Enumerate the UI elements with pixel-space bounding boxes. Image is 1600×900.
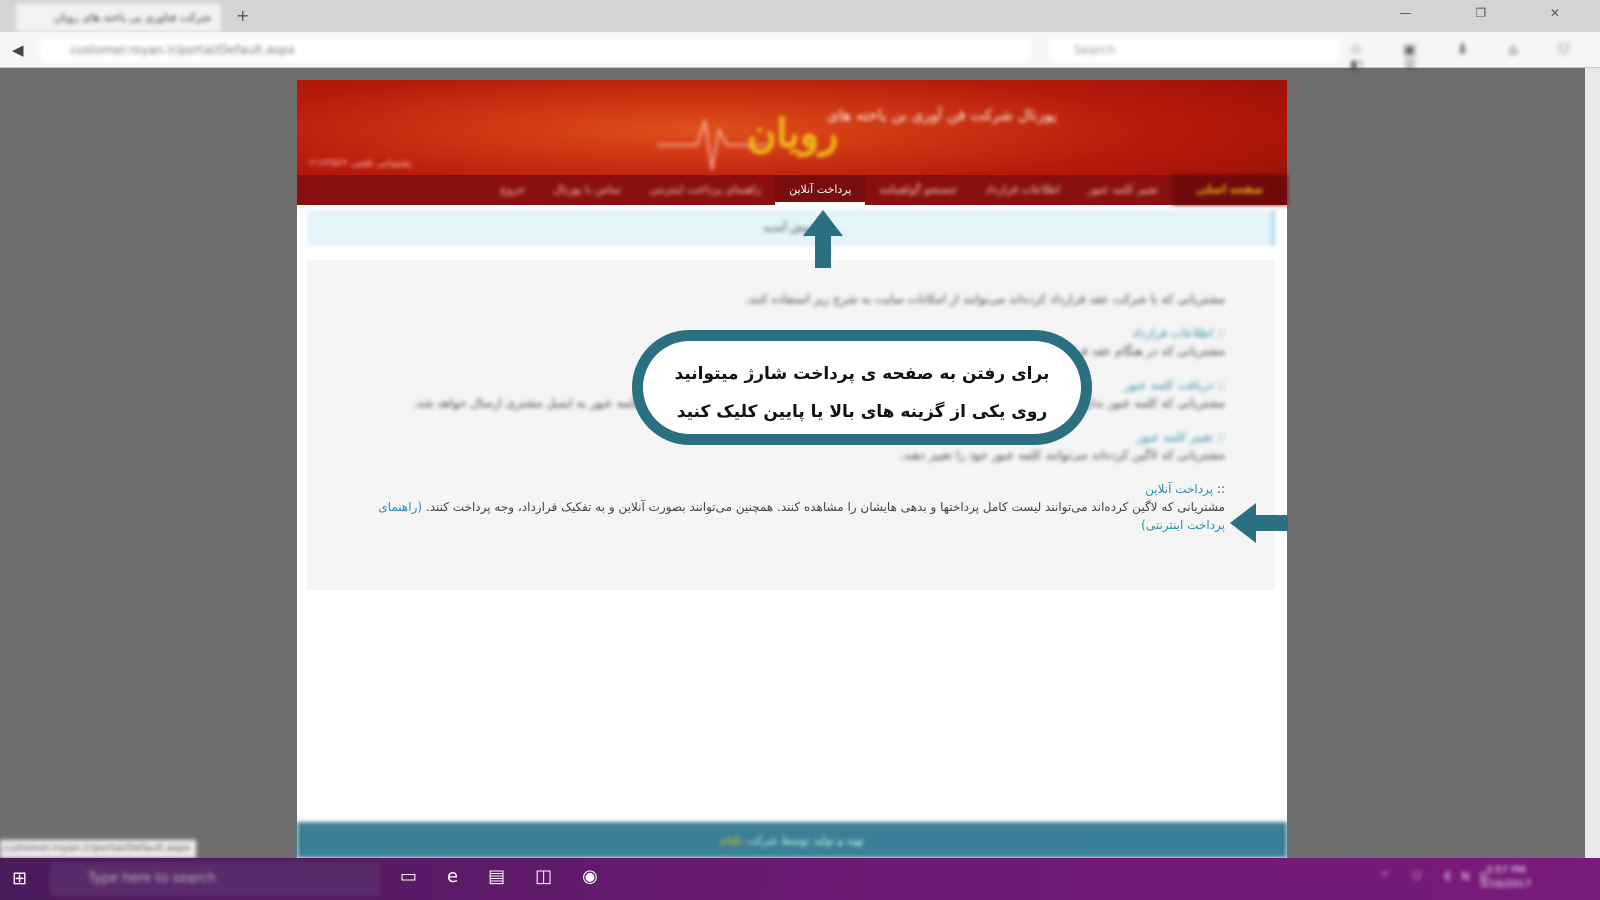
new-tab-button[interactable]: +: [236, 6, 249, 25]
section-prefix: ::: [1216, 482, 1225, 496]
nav-certificate-search[interactable]: جستجو گواهینامه: [865, 175, 971, 205]
edge-icon[interactable]: e: [447, 866, 488, 887]
date: 5/16/2017: [1480, 879, 1532, 890]
nav-logout[interactable]: خروج: [486, 175, 539, 205]
tab-title: شرکت فناوری پی پاخته های رویان: [53, 11, 211, 24]
browser-tab-bar: شرکت فناوری پی پاخته های رویان + — ❐ ✕: [0, 0, 1600, 32]
nav-home[interactable]: صفحه اصلی: [1172, 175, 1287, 205]
page-scrollbar[interactable]: [1585, 68, 1600, 858]
task-view-icon[interactable]: ▭: [400, 866, 447, 887]
site-logo: رویان: [747, 110, 839, 157]
arrow-up-icon: [803, 210, 843, 268]
section-text: مشتریانی که لاگین کرده‌اند می‌توانند لیس…: [425, 500, 1225, 514]
footer-text: تهیه و تولید توسط شرکت: [746, 834, 864, 847]
nav-contract-info[interactable]: اطلاعات قرارداد: [971, 175, 1074, 205]
main-nav: صفحه اصلی تغییر کلمه عبور اطلاعات قراردا…: [297, 175, 1287, 205]
site-footer: تهیه و تولید توسط شرکت تکتام: [297, 822, 1287, 858]
support-phone: پشتیبانی تلفنی ۰۲۱۲۳۵۶۲: [305, 158, 412, 169]
nav-change-password[interactable]: تغییر کلمه عبور: [1074, 175, 1172, 205]
taskbar-apps: ▭e▤◫◉: [400, 866, 628, 887]
back-icon[interactable]: ◀: [12, 41, 24, 59]
time: 3:57 PM: [1485, 865, 1526, 876]
clock[interactable]: 3:57 PM 5/16/2017: [1480, 864, 1531, 892]
instruction-callout: برای رفتن به صفحه ی پرداخت شارژ میتوانید…: [632, 330, 1092, 445]
site-header: رویان پورتال شرکت فن آوری بن یاخته های پ…: [297, 80, 1287, 205]
address-bar[interactable]: customer.royan.ir/portal/Default.aspx: [40, 38, 1030, 62]
browser-toolbar: ◀ customer.royan.ir/portal/Default.aspx …: [0, 32, 1600, 74]
arrow-left-icon: [1230, 503, 1288, 543]
paren: (: [417, 500, 423, 514]
online-payment-link[interactable]: پرداخت آنلاین: [1145, 482, 1213, 496]
window-controls[interactable]: — ❐ ✕: [1400, 6, 1590, 20]
site-slogan: پورتال شرکت فن آوری بن یاخته های: [827, 106, 1057, 124]
portal-page: رویان پورتال شرکت فن آوری بن یاخته های پ…: [297, 80, 1287, 858]
explorer-icon[interactable]: ▤: [488, 866, 535, 887]
welcome-notice: خوش آمدید: [307, 210, 1275, 246]
status-url: customer.royan.ir/portal/Default.aspx: [0, 840, 196, 858]
taskbar: ⊞ Type here to search ▭e▤◫◉ ^ ⛉ ENG 3:57…: [0, 858, 1600, 900]
nav-contact[interactable]: تماس با پورتال: [539, 175, 635, 205]
intro-text: مشتریانی که با شرکت عقد قرارداد کرده‌اند…: [744, 292, 1225, 306]
search-input[interactable]: Search: [1050, 38, 1340, 62]
store-icon[interactable]: ◫: [535, 866, 582, 887]
callout-line-2: روی یکی از گزینه های بالا یا پایین کلیک …: [676, 402, 1048, 422]
section-online-payment: :: پرداخت آنلاین مشتریانی که لاگین کرده‌…: [357, 480, 1225, 534]
footer-company-link[interactable]: تکتام: [720, 834, 743, 847]
taskbar-search[interactable]: Type here to search: [50, 862, 380, 896]
nav-payment-guide[interactable]: راهنمای پرداخت اینترنتی: [635, 175, 775, 205]
windows-start-icon[interactable]: ⊞: [12, 868, 27, 889]
toolbar-icons[interactable]: ☆ ▣ ⬇ ⌂ ⛉ ◧ ☰: [1350, 42, 1600, 74]
nav-online-payment[interactable]: پرداخت آنلاین: [775, 175, 866, 205]
firefox-icon[interactable]: ◉: [582, 866, 628, 887]
section-text: مشتریانی که لاگین کرده‌اند می‌توانند کلم…: [899, 448, 1225, 462]
browser-tab[interactable]: شرکت فناوری پی پاخته های رویان: [16, 4, 221, 32]
callout-line-1: برای رفتن به صفحه ی پرداخت شارژ میتوانید: [674, 364, 1050, 384]
